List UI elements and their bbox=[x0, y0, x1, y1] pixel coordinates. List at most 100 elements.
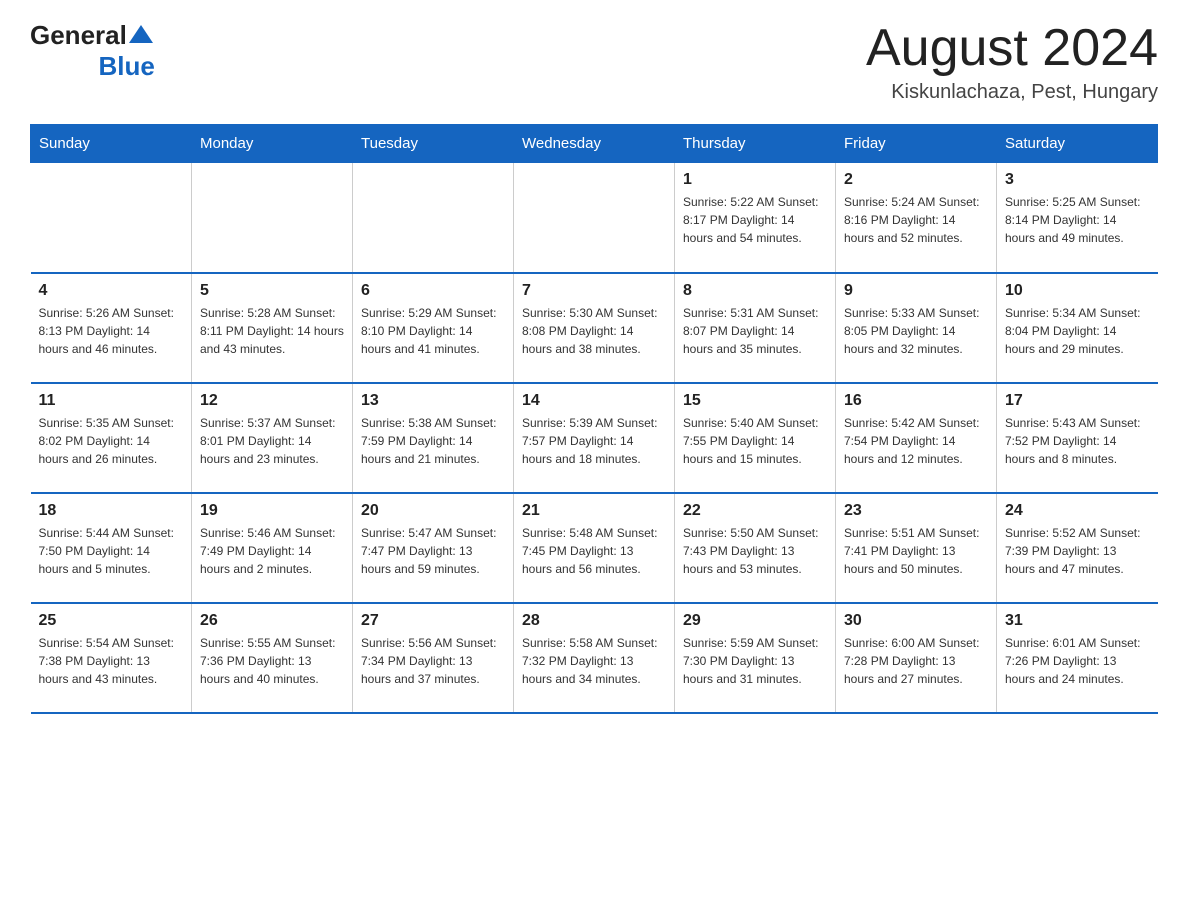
logo-general: General bbox=[30, 20, 127, 51]
day-headers: SundayMondayTuesdayWednesdayThursdayFrid… bbox=[31, 125, 1158, 163]
day-cell: 25 Sunrise: 5:54 AM Sunset: 7:38 PM Dayli… bbox=[31, 603, 192, 713]
day-number: 16 bbox=[844, 392, 988, 410]
week-row-2: 4 Sunrise: 5:26 AM Sunset: 8:13 PM Daylig… bbox=[31, 273, 1158, 383]
day-header-thursday: Thursday bbox=[675, 125, 836, 163]
day-info: Sunrise: 5:56 AM Sunset: 7:34 PM Dayligh… bbox=[361, 634, 505, 688]
day-header-wednesday: Wednesday bbox=[514, 125, 675, 163]
day-cell: 1Sunrise: 5:22 AM Sunset: 8:17 PM Daylig… bbox=[675, 163, 836, 273]
week-row-5: 25 Sunrise: 5:54 AM Sunset: 7:38 PM Dayli… bbox=[31, 603, 1158, 713]
day-number: 19 bbox=[200, 502, 344, 520]
day-info: Sunrise: 5:31 AM Sunset: 8:07 PM Dayligh… bbox=[683, 304, 827, 358]
day-cell: 13Sunrise: 5:38 AM Sunset: 7:59 PM Dayli… bbox=[353, 383, 514, 493]
day-number: 27 bbox=[361, 612, 505, 630]
day-number: 8 bbox=[683, 282, 827, 300]
logo-icon bbox=[127, 21, 155, 49]
day-info: Sunrise: 5:33 AM Sunset: 8:05 PM Dayligh… bbox=[844, 304, 988, 358]
day-info: Sunrise: 5:25 AM Sunset: 8:14 PM Dayligh… bbox=[1005, 193, 1150, 247]
day-info: Sunrise: 6:00 AM Sunset: 7:28 PM Dayligh… bbox=[844, 634, 988, 688]
day-number: 14 bbox=[522, 392, 666, 410]
day-info: Sunrise: 5:26 AM Sunset: 8:13 PM Dayligh… bbox=[39, 304, 184, 358]
day-header-tuesday: Tuesday bbox=[353, 125, 514, 163]
day-info: Sunrise: 5:59 AM Sunset: 7:30 PM Dayligh… bbox=[683, 634, 827, 688]
day-number: 6 bbox=[361, 282, 505, 300]
day-cell: 31Sunrise: 6:01 AM Sunset: 7:26 PM Dayli… bbox=[997, 603, 1158, 713]
day-number: 11 bbox=[39, 392, 184, 410]
day-info: Sunrise: 5:22 AM Sunset: 8:17 PM Dayligh… bbox=[683, 193, 827, 247]
day-cell: 15 Sunrise: 5:40 AM Sunset: 7:55 PM Dayli… bbox=[675, 383, 836, 493]
day-cell: 3 Sunrise: 5:25 AM Sunset: 8:14 PM Daylig… bbox=[997, 163, 1158, 273]
day-cell: 7 Sunrise: 5:30 AM Sunset: 8:08 PM Daylig… bbox=[514, 273, 675, 383]
day-number: 21 bbox=[522, 502, 666, 520]
day-header-sunday: Sunday bbox=[31, 125, 192, 163]
day-cell: 28Sunrise: 5:58 AM Sunset: 7:32 PM Dayli… bbox=[514, 603, 675, 713]
day-number: 4 bbox=[39, 282, 184, 300]
day-cell: 5 Sunrise: 5:28 AM Sunset: 8:11 PM Daylig… bbox=[192, 273, 353, 383]
calendar-title: August 2024 bbox=[866, 20, 1158, 77]
day-info: Sunrise: 5:46 AM Sunset: 7:49 PM Dayligh… bbox=[200, 524, 344, 578]
day-cell: 18Sunrise: 5:44 AM Sunset: 7:50 PM Dayli… bbox=[31, 493, 192, 603]
day-info: Sunrise: 5:28 AM Sunset: 8:11 PM Dayligh… bbox=[200, 304, 344, 358]
day-info: Sunrise: 5:34 AM Sunset: 8:04 PM Dayligh… bbox=[1005, 304, 1150, 358]
day-number: 20 bbox=[361, 502, 505, 520]
location: Kiskunlachaza, Pest, Hungary bbox=[866, 81, 1158, 104]
day-number: 30 bbox=[844, 612, 988, 630]
day-info: Sunrise: 5:51 AM Sunset: 7:41 PM Dayligh… bbox=[844, 524, 988, 578]
week-row-3: 11 Sunrise: 5:35 AM Sunset: 8:02 PM Dayli… bbox=[31, 383, 1158, 493]
day-cell: 6 Sunrise: 5:29 AM Sunset: 8:10 PM Daylig… bbox=[353, 273, 514, 383]
day-info: Sunrise: 5:29 AM Sunset: 8:10 PM Dayligh… bbox=[361, 304, 505, 358]
day-number: 3 bbox=[1005, 171, 1150, 189]
day-number: 25 bbox=[39, 612, 184, 630]
day-number: 5 bbox=[200, 282, 344, 300]
day-cell: 27 Sunrise: 5:56 AM Sunset: 7:34 PM Dayli… bbox=[353, 603, 514, 713]
day-cell: 23 Sunrise: 5:51 AM Sunset: 7:41 PM Dayli… bbox=[836, 493, 997, 603]
day-info: Sunrise: 5:43 AM Sunset: 7:52 PM Dayligh… bbox=[1005, 414, 1150, 468]
day-cell: 19 Sunrise: 5:46 AM Sunset: 7:49 PM Dayli… bbox=[192, 493, 353, 603]
day-number: 23 bbox=[844, 502, 988, 520]
page-header: General Blue August 2024 Kiskunlachaza, … bbox=[30, 20, 1158, 104]
day-number: 22 bbox=[683, 502, 827, 520]
day-info: Sunrise: 5:52 AM Sunset: 7:39 PM Dayligh… bbox=[1005, 524, 1150, 578]
logo: General Blue bbox=[30, 20, 155, 82]
day-cell: 12Sunrise: 5:37 AM Sunset: 8:01 PM Dayli… bbox=[192, 383, 353, 493]
day-info: Sunrise: 5:30 AM Sunset: 8:08 PM Dayligh… bbox=[522, 304, 666, 358]
day-number: 17 bbox=[1005, 392, 1150, 410]
day-number: 9 bbox=[844, 282, 988, 300]
day-cell: 24 Sunrise: 5:52 AM Sunset: 7:39 PM Dayli… bbox=[997, 493, 1158, 603]
day-cell: 11 Sunrise: 5:35 AM Sunset: 8:02 PM Dayli… bbox=[31, 383, 192, 493]
week-row-1: 1Sunrise: 5:22 AM Sunset: 8:17 PM Daylig… bbox=[31, 163, 1158, 273]
logo-text: General Blue bbox=[30, 20, 155, 82]
day-info: Sunrise: 5:48 AM Sunset: 7:45 PM Dayligh… bbox=[522, 524, 666, 578]
day-cell: 16 Sunrise: 5:42 AM Sunset: 7:54 PM Dayli… bbox=[836, 383, 997, 493]
day-info: Sunrise: 5:40 AM Sunset: 7:55 PM Dayligh… bbox=[683, 414, 827, 468]
calendar-table: SundayMondayTuesdayWednesdayThursdayFrid… bbox=[30, 124, 1158, 714]
day-info: Sunrise: 5:50 AM Sunset: 7:43 PM Dayligh… bbox=[683, 524, 827, 578]
day-info: Sunrise: 5:35 AM Sunset: 8:02 PM Dayligh… bbox=[39, 414, 184, 468]
day-cell: 20 Sunrise: 5:47 AM Sunset: 7:47 PM Dayli… bbox=[353, 493, 514, 603]
day-info: Sunrise: 6:01 AM Sunset: 7:26 PM Dayligh… bbox=[1005, 634, 1150, 688]
day-cell: 22 Sunrise: 5:50 AM Sunset: 7:43 PM Dayli… bbox=[675, 493, 836, 603]
day-number: 26 bbox=[200, 612, 344, 630]
day-header-friday: Friday bbox=[836, 125, 997, 163]
day-info: Sunrise: 5:42 AM Sunset: 7:54 PM Dayligh… bbox=[844, 414, 988, 468]
day-number: 18 bbox=[39, 502, 184, 520]
day-cell: 17 Sunrise: 5:43 AM Sunset: 7:52 PM Dayli… bbox=[997, 383, 1158, 493]
day-number: 29 bbox=[683, 612, 827, 630]
day-number: 2 bbox=[844, 171, 988, 189]
day-info: Sunrise: 5:47 AM Sunset: 7:47 PM Dayligh… bbox=[361, 524, 505, 578]
day-number: 12 bbox=[200, 392, 344, 410]
day-number: 28 bbox=[522, 612, 666, 630]
day-cell: 2Sunrise: 5:24 AM Sunset: 8:16 PM Daylig… bbox=[836, 163, 997, 273]
week-row-4: 18Sunrise: 5:44 AM Sunset: 7:50 PM Dayli… bbox=[31, 493, 1158, 603]
day-number: 15 bbox=[683, 392, 827, 410]
day-cell bbox=[31, 163, 192, 273]
day-cell: 10Sunrise: 5:34 AM Sunset: 8:04 PM Dayli… bbox=[997, 273, 1158, 383]
day-cell: 30 Sunrise: 6:00 AM Sunset: 7:28 PM Dayli… bbox=[836, 603, 997, 713]
day-number: 13 bbox=[361, 392, 505, 410]
day-number: 24 bbox=[1005, 502, 1150, 520]
day-info: Sunrise: 5:54 AM Sunset: 7:38 PM Dayligh… bbox=[39, 634, 184, 688]
day-cell bbox=[192, 163, 353, 273]
day-info: Sunrise: 5:39 AM Sunset: 7:57 PM Dayligh… bbox=[522, 414, 666, 468]
day-number: 7 bbox=[522, 282, 666, 300]
day-header-monday: Monday bbox=[192, 125, 353, 163]
day-cell: 14 Sunrise: 5:39 AM Sunset: 7:57 PM Dayli… bbox=[514, 383, 675, 493]
